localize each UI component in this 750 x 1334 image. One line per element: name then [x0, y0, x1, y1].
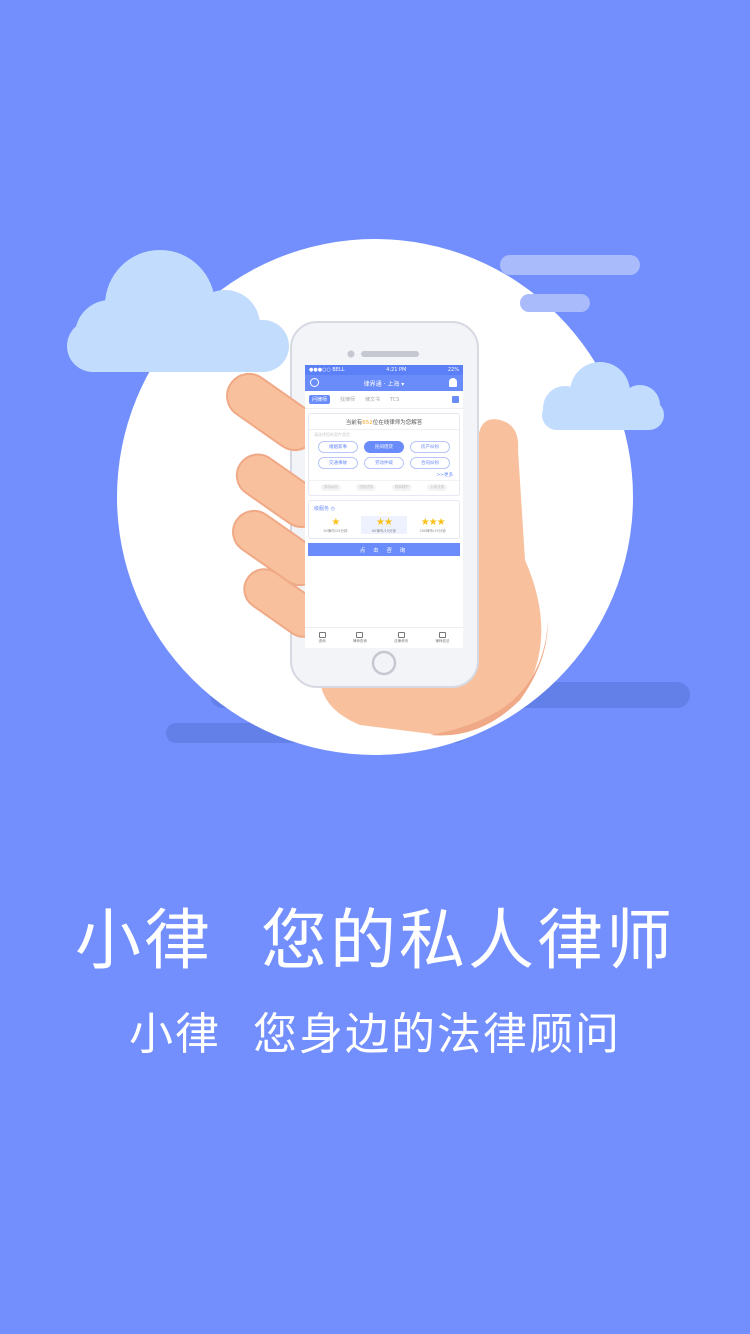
- bottom-nav-search[interactable]: 律师查询: [353, 632, 367, 644]
- status-time: 4:21 PM: [386, 367, 407, 373]
- bottom-nav-video[interactable]: 律师说法: [435, 632, 449, 644]
- tab-find-lawyer[interactable]: 找律师: [340, 396, 355, 403]
- tag-labor[interactable]: 劳动仲裁: [364, 457, 404, 469]
- sub-tag[interactable]: 刑事辩护: [391, 484, 412, 491]
- online-prefix: 当前有: [345, 420, 363, 426]
- chat-icon: [318, 632, 326, 638]
- case-tags: 婚姻家事 民间借贷 房产纠纷 交通事故 劳动仲裁 合同纠纷: [309, 440, 459, 470]
- tag-marriage[interactable]: 婚姻家事: [318, 441, 358, 453]
- bottom-nav-consult[interactable]: 咨询: [318, 632, 326, 644]
- status-bar: ●●●○○ BELL 4:21 PM 22%: [305, 365, 463, 375]
- sub-tag[interactable]: 债权债务: [356, 484, 377, 491]
- tab-tcs[interactable]: TCS: [390, 397, 399, 403]
- speed-line: [500, 255, 640, 275]
- online-lawyers-text: 当前有652位在线律师为您解答: [309, 414, 459, 430]
- service-tiers: ★ 30律币/15分钟 ★★ 60律币/15分钟 ★★★ 200律币/15分钟: [309, 516, 459, 538]
- search-icon: [356, 632, 364, 638]
- service-card: 级服务 ◷ ★ 30律币/15分钟 ★★ 60律币/15分钟 ★★★ 200律币…: [308, 500, 460, 539]
- status-carrier: ●●●○○ BELL: [309, 367, 345, 373]
- sub-tag[interactable]: 公司法务: [427, 484, 448, 491]
- bottom-nav-news[interactable]: 法律资讯: [394, 632, 408, 644]
- status-battery: 22%: [447, 367, 459, 373]
- consult-button[interactable]: 点 击 咨 询: [308, 543, 460, 556]
- service-title: 级服务 ◷: [314, 506, 335, 512]
- bottom-nav-label: 咨询: [318, 639, 326, 643]
- case-type-hint: 请选择您的案件类型: [314, 432, 350, 437]
- phone-camera: [347, 350, 355, 358]
- grid-icon[interactable]: [452, 396, 459, 403]
- robot-icon[interactable]: [449, 378, 457, 387]
- bottom-nav-label: 法律资讯: [394, 639, 409, 643]
- tag-property[interactable]: 房产纠纷: [410, 441, 450, 453]
- page-headline: 小律 您的私人律师: [75, 902, 675, 979]
- sub-tags: 劳动纠纷 债权债务 刑事辩护 公司法务: [309, 480, 459, 495]
- page-subline: 小律 您身边的法律顾问: [129, 1009, 621, 1060]
- video-icon: [438, 632, 446, 638]
- star-icon: ★: [331, 517, 340, 528]
- tier-price: 200律币/15分钟: [419, 529, 446, 533]
- phone-screen: ●●●○○ BELL 4:21 PM 22% 律界通 · 上海 ▾ 问律师 找律…: [305, 365, 463, 648]
- tab-ask-lawyer[interactable]: 问律师: [309, 395, 331, 404]
- phone-speaker: [361, 351, 419, 357]
- tier-two-star[interactable]: ★★ 60律币/15分钟: [360, 516, 407, 534]
- tag-private-loan[interactable]: 民间借贷: [364, 441, 404, 453]
- bottom-nav-label: 律师查询: [352, 639, 367, 643]
- tab-bar: 问律师 找律师 律文书 TCS: [305, 391, 463, 409]
- tag-contract[interactable]: 合同纠纷: [410, 457, 450, 469]
- tier-one-star[interactable]: ★ 30律币/15分钟: [312, 516, 358, 534]
- tier-price: 30律币/15分钟: [323, 529, 348, 533]
- speed-line: [520, 294, 590, 312]
- online-suffix: 位在线律师为您解答: [372, 420, 423, 426]
- case-type-card: 当前有652位在线律师为您解答 请选择您的案件类型 婚姻家事 民间借贷 房产纠纷…: [308, 413, 460, 496]
- online-count: 652: [362, 420, 373, 426]
- bottom-nav-label: 律师说法: [435, 639, 450, 643]
- tag-traffic[interactable]: 交通事故: [318, 457, 358, 469]
- nav-bar: 律界通 · 上海 ▾: [305, 375, 463, 391]
- star-icon: ★★★: [420, 517, 446, 528]
- profile-icon[interactable]: [310, 378, 319, 387]
- sub-tag[interactable]: 劳动纠纷: [320, 484, 341, 491]
- tier-three-star[interactable]: ★★★ 200律币/15分钟: [410, 516, 456, 534]
- news-icon: [397, 632, 405, 638]
- star-icon: ★★: [376, 517, 393, 528]
- tab-documents[interactable]: 律文书: [365, 396, 380, 403]
- tier-price: 60律币/15分钟: [371, 529, 397, 533]
- bottom-nav: 咨询 律师查询 法律资讯 律师说法: [305, 627, 463, 648]
- more-link[interactable]: >>更多: [309, 470, 459, 480]
- nav-title[interactable]: 律界通 · 上海 ▾: [364, 379, 405, 388]
